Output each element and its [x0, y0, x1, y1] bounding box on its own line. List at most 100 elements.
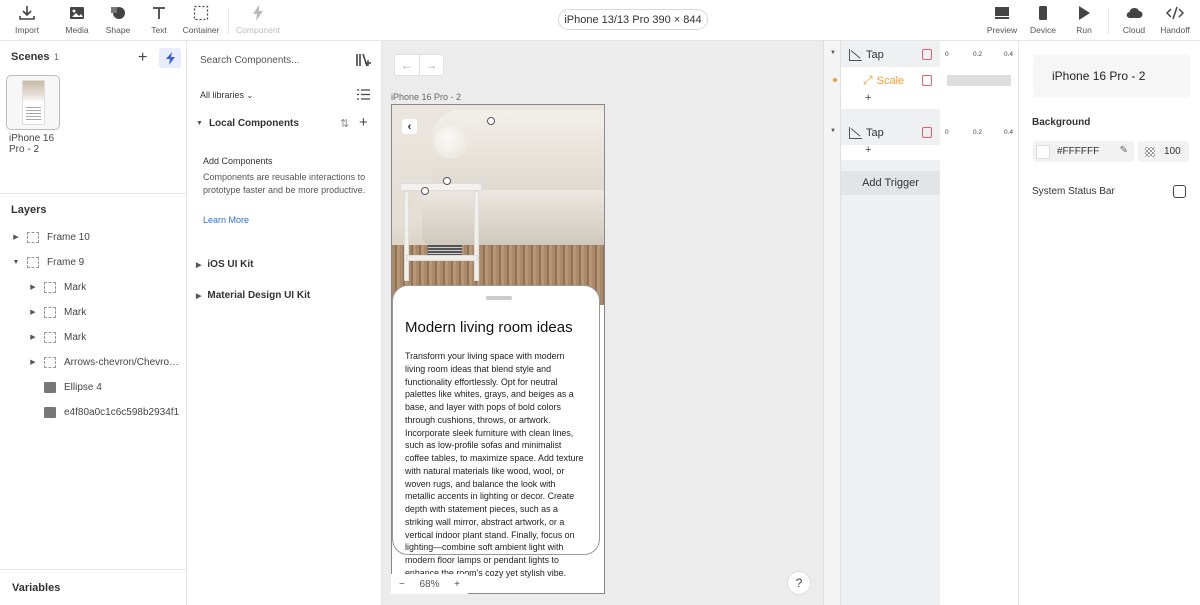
- collapse-icon: ▼: [196, 120, 203, 127]
- delete-icon[interactable]: [922, 75, 932, 86]
- trigger-tap[interactable]: Tap: [841, 120, 940, 145]
- timeline-bar[interactable]: [947, 75, 1011, 86]
- design-canvas[interactable]: ← → iPhone 16 Pro - 2 ‹ Modern living ro…: [382, 41, 823, 605]
- scene-interactions-button[interactable]: [159, 48, 181, 68]
- toolbar-divider: [1108, 8, 1109, 34]
- status-bar-checkbox[interactable]: [1173, 185, 1186, 198]
- hotspot-marker[interactable]: [487, 117, 495, 125]
- import-icon: [18, 4, 36, 22]
- components-panel: Search Components... All libraries ⌄ ▼ L…: [188, 41, 382, 605]
- learn-more-link[interactable]: Learn More: [203, 215, 249, 225]
- sheet-handle[interactable]: [486, 296, 512, 300]
- zoom-level[interactable]: 68%: [419, 579, 439, 590]
- delete-icon[interactable]: [922, 127, 932, 138]
- trigger-tap[interactable]: Tap: [841, 42, 940, 67]
- layer-item[interactable]: ▶ Mark: [0, 277, 187, 297]
- collapse-icon[interactable]: ▼: [11, 259, 21, 266]
- material-ui-kit-section[interactable]: ▶ Material Design UI Kit: [196, 290, 310, 301]
- device-button[interactable]: Device: [1021, 4, 1065, 35]
- preview-button[interactable]: Preview: [980, 4, 1024, 35]
- sort-icon[interactable]: ⇅: [340, 117, 349, 130]
- list-view-icon[interactable]: [357, 89, 370, 103]
- frame-label[interactable]: iPhone 16 Pro - 2: [391, 92, 461, 102]
- hotspot-marker[interactable]: [421, 187, 429, 195]
- phone-frame[interactable]: ‹ Modern living room ideas Transform you…: [391, 104, 605, 594]
- redo-arrow-icon[interactable]: →: [420, 55, 444, 75]
- opacity-icon: [1145, 146, 1155, 157]
- panel-divider: [0, 193, 187, 194]
- media-button[interactable]: Media: [55, 4, 99, 35]
- add-components-description: Components are reusable interactions to …: [203, 172, 366, 195]
- container-icon: [193, 4, 209, 22]
- layer-item[interactable]: ▶ Mark: [0, 302, 187, 322]
- layer-item[interactable]: ▶ Mark: [0, 327, 187, 347]
- run-button[interactable]: Run: [1062, 4, 1106, 35]
- layer-item[interactable]: e4f80a0c1c6c598b2934f1: [0, 402, 187, 422]
- shape-button[interactable]: Shape: [96, 4, 140, 35]
- expand-icon[interactable]: ▶: [11, 233, 21, 241]
- layer-item[interactable]: ▼ Frame 9: [0, 252, 187, 272]
- component-search-input[interactable]: Search Components...: [200, 55, 300, 66]
- run-icon: [1077, 4, 1091, 22]
- expand-icon[interactable]: ▶: [28, 283, 38, 291]
- zoom-in-icon[interactable]: +: [454, 579, 460, 590]
- tap-icon: [849, 126, 862, 139]
- bottom-sheet[interactable]: Modern living room ideas Transform your …: [392, 285, 600, 578]
- add-scene-icon[interactable]: +: [138, 49, 147, 67]
- undo-arrow-icon[interactable]: ←: [395, 55, 420, 75]
- frame-icon: [44, 331, 56, 343]
- component-button[interactable]: Component: [236, 4, 280, 35]
- add-animation-button[interactable]: +: [841, 92, 940, 108]
- add-trigger-button[interactable]: Add Trigger: [841, 171, 940, 195]
- scene-thumbnail[interactable]: [6, 75, 60, 130]
- hotspot-marker[interactable]: [443, 177, 451, 185]
- add-component-icon[interactable]: +: [359, 114, 368, 131]
- collapse-icon[interactable]: ▼: [830, 50, 836, 56]
- living-room-photo[interactable]: ‹: [392, 105, 604, 305]
- local-components-section[interactable]: ▼ Local Components: [196, 118, 299, 129]
- frame-name-field[interactable]: iPhone 16 Pro - 2: [1033, 55, 1190, 97]
- color-swatch[interactable]: [1036, 144, 1050, 159]
- zoom-control: − 68% +: [391, 574, 468, 594]
- container-button[interactable]: Container: [179, 4, 223, 35]
- expand-icon: ▶: [196, 292, 202, 300]
- library-icon[interactable]: [356, 53, 372, 70]
- layers-heading: Layers: [11, 204, 47, 216]
- cloud-icon: [1125, 4, 1143, 22]
- expand-icon[interactable]: ▶: [28, 358, 38, 366]
- expand-icon[interactable]: ▶: [28, 308, 38, 316]
- help-button[interactable]: ?: [787, 571, 811, 595]
- device-selector[interactable]: iPhone 13/13 Pro 390 × 844: [558, 9, 708, 30]
- interactions-panel: ▼ Tap ⤢ Scale + ▼ Tap + Add Trigger 0 0.…: [823, 41, 1019, 605]
- chevron-left-icon[interactable]: ‹: [402, 119, 417, 134]
- zoom-out-icon[interactable]: −: [399, 579, 405, 590]
- component-icon: [251, 4, 265, 22]
- cloud-button[interactable]: Cloud: [1112, 4, 1156, 35]
- handoff-button[interactable]: Handoff: [1153, 4, 1197, 35]
- import-button[interactable]: Import: [5, 4, 49, 35]
- code-icon: [1166, 4, 1184, 22]
- scene-name[interactable]: iPhone 16 Pro - 2: [9, 133, 69, 155]
- variables-section[interactable]: Variables: [0, 569, 187, 605]
- background-color-field[interactable]: #FFFFFF ✎: [1033, 141, 1134, 162]
- text-button[interactable]: Text: [137, 4, 181, 35]
- frame-icon: [27, 256, 39, 268]
- animation-scale[interactable]: ⤢ Scale: [841, 69, 940, 92]
- eyedropper-icon[interactable]: ✎: [1120, 145, 1128, 156]
- collapse-icon[interactable]: ▼: [830, 128, 836, 134]
- sheet-body-text: Transform your living space with modern …: [405, 351, 584, 578]
- layer-item[interactable]: ▶ Frame 10: [0, 227, 187, 247]
- expand-icon[interactable]: ▶: [28, 333, 38, 341]
- status-bar-label: System Status Bar: [1032, 186, 1115, 197]
- layer-item[interactable]: Ellipse 4: [0, 377, 187, 397]
- text-icon: [151, 4, 167, 22]
- ios-ui-kit-section[interactable]: ▶ iOS UI Kit: [196, 259, 254, 270]
- layer-item[interactable]: ▶ Arrows-chevron/Chevron-left: [0, 352, 187, 372]
- scenes-heading: Scenes: [11, 51, 50, 63]
- library-filter-dropdown[interactable]: All libraries ⌄: [200, 90, 253, 100]
- delete-icon[interactable]: [922, 49, 932, 60]
- left-panel: Scenes 1 + iPhone 16 Pro - 2 Layers ▶ Fr…: [0, 41, 187, 605]
- add-animation-button[interactable]: +: [841, 144, 940, 160]
- variables-heading: Variables: [12, 582, 61, 594]
- opacity-field[interactable]: 100: [1138, 141, 1189, 162]
